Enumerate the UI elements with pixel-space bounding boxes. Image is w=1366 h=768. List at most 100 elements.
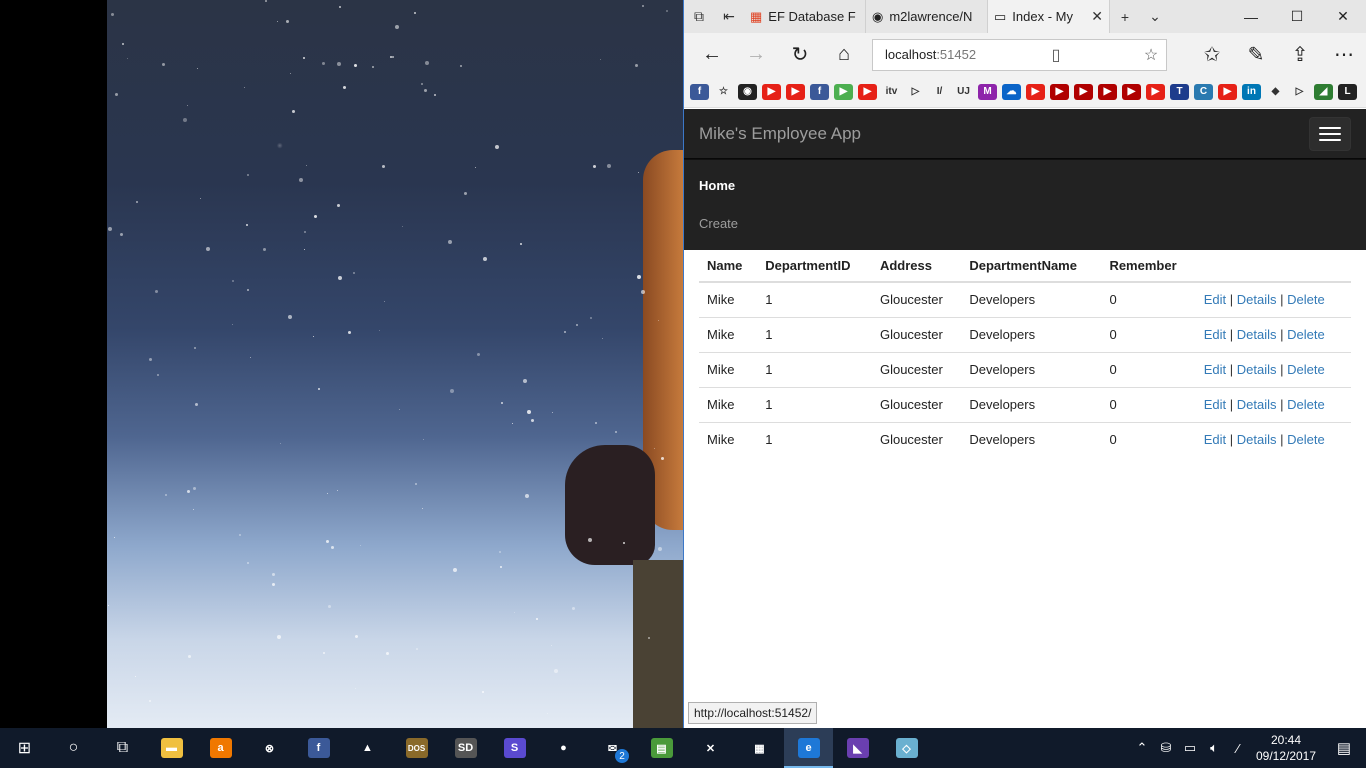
snowflake [423, 439, 424, 440]
refresh-icon[interactable]: ↻ [778, 33, 822, 76]
edit-link[interactable]: Edit [1204, 327, 1226, 342]
battery-icon[interactable]: ▭ [1178, 728, 1202, 768]
taskbar-app-vlc[interactable]: ▲ [343, 728, 392, 768]
address-bar[interactable]: localhost:51452 ▯ ☆ [872, 38, 1167, 71]
more-menu-icon[interactable]: ⋯ [1322, 33, 1366, 76]
play-circle-icon[interactable]: ▶ [834, 83, 853, 100]
network-drive-icon[interactable]: ⛁ [1154, 728, 1178, 768]
menu-item-create[interactable]: Create [699, 204, 1351, 242]
forward-arrow-icon[interactable]: → [734, 33, 778, 76]
pluralsight-icon[interactable]: I/ [930, 83, 949, 100]
action-center-icon[interactable]: ▤ [1322, 728, 1366, 768]
delete-link[interactable]: Delete [1287, 362, 1325, 377]
edit-link[interactable]: Edit [1204, 432, 1226, 447]
task-view-icon[interactable]: ⧉ [98, 728, 147, 768]
facebook-icon[interactable]: f [690, 83, 709, 100]
play-outline-icon[interactable]: ▷ [1290, 83, 1309, 100]
t-logo-icon[interactable]: T [1170, 83, 1189, 100]
edit-link[interactable]: Edit [1204, 292, 1226, 307]
chevron-up-icon[interactable]: ⌃ [1130, 728, 1154, 768]
delete-link[interactable]: Delete [1287, 327, 1325, 342]
edit-link[interactable]: Edit [1204, 397, 1226, 412]
close-tab-icon[interactable]: ✕ [1091, 8, 1103, 25]
youtube-icon[interactable]: ▶ [858, 83, 877, 100]
taskbar-app-tools[interactable]: ✕ [686, 728, 735, 768]
taskbar-app-duck[interactable]: ● [539, 728, 588, 768]
new-tab-icon[interactable]: + [1110, 0, 1140, 33]
cortana-search-icon[interactable]: ○ [49, 728, 98, 768]
browser-tab[interactable]: ▦ EF Database F [744, 0, 866, 33]
delete-link[interactable]: Delete [1287, 397, 1325, 412]
youtube-icon[interactable]: ▶ [1098, 83, 1117, 100]
l-logo-icon[interactable]: L [1338, 83, 1357, 100]
details-link[interactable]: Details [1237, 397, 1277, 412]
clock[interactable]: 20:44 09/12/2017 [1250, 732, 1322, 764]
details-link[interactable]: Details [1237, 432, 1277, 447]
menu-item-home[interactable]: Home [699, 166, 1351, 204]
close-window-button[interactable]: ✕ [1320, 0, 1366, 33]
c-logo-icon[interactable]: C [1194, 83, 1213, 100]
taskbar-app-avast[interactable]: a [196, 728, 245, 768]
taskbar-app-mail[interactable]: ✉ 2 [588, 728, 637, 768]
edit-link[interactable]: Edit [1204, 362, 1226, 377]
github-icon[interactable]: ◉ [738, 83, 757, 100]
favorite-star-icon[interactable]: ☆ [1136, 45, 1166, 65]
app-brand[interactable]: Mike's Employee App [699, 124, 861, 144]
details-link[interactable]: Details [1237, 292, 1277, 307]
play-outline-icon[interactable]: ▷ [906, 83, 925, 100]
bulb-icon[interactable]: ◆ [1266, 83, 1285, 100]
delete-link[interactable]: Delete [1287, 292, 1325, 307]
taskbar-app-notepad[interactable]: ▤ [637, 728, 686, 768]
youtube-icon[interactable]: ▶ [762, 83, 781, 100]
star-outline-icon[interactable]: ☆ [714, 83, 733, 100]
snowflake [422, 508, 423, 509]
youtube-icon[interactable]: ▶ [1218, 83, 1237, 100]
start-button[interactable]: ⊞ [0, 728, 49, 768]
share-icon[interactable]: ⇪ [1278, 33, 1322, 76]
browser-tab[interactable]: ▭ Index - My ✕ [988, 0, 1110, 33]
youtube-icon[interactable]: ▶ [1026, 83, 1045, 100]
youtube-icon[interactable]: ▶ [1074, 83, 1093, 100]
details-link[interactable]: Details [1237, 362, 1277, 377]
navbar-toggle-button[interactable] [1309, 116, 1351, 151]
favorites-hub-icon[interactable]: ✩ [1190, 33, 1234, 76]
taskbar-app-edge[interactable]: e [784, 728, 833, 768]
taskbar-app-file-explorer[interactable]: ▬ [147, 728, 196, 768]
taskbar-app-notes[interactable]: ◇ [882, 728, 931, 768]
browser-tab[interactable]: ◉ m2lawrence/N [866, 0, 988, 33]
home-icon[interactable]: ⌂ [822, 33, 866, 76]
chevron-down-icon[interactable]: ⌄ [1140, 0, 1170, 33]
facebook-icon[interactable]: f [810, 83, 829, 100]
chart-icon[interactable]: ◢ [1314, 83, 1333, 100]
ime-icon[interactable]: ⁄ [1226, 728, 1250, 768]
taskbar-app-facebook[interactable]: f [294, 728, 343, 768]
volume-icon[interactable]: 🔈︎ [1202, 728, 1226, 768]
taskbar-app-movies[interactable]: ▦ [735, 728, 784, 768]
youtube-icon[interactable]: ▶ [1146, 83, 1165, 100]
back-arrow-icon[interactable]: ← [690, 33, 734, 76]
taskbar-app-sd[interactable]: SD [441, 728, 490, 768]
m-logo-icon[interactable]: M [978, 83, 997, 100]
youtube-icon[interactable]: ▶ [786, 83, 805, 100]
taskbar-app-xbox[interactable]: ⊗ [245, 728, 294, 768]
reading-view-icon[interactable]: ▯ [1041, 45, 1071, 65]
details-link[interactable]: Details [1237, 327, 1277, 342]
delete-link[interactable]: Delete [1287, 432, 1325, 447]
taskbar-app-dosbox[interactable]: DOS [392, 728, 441, 768]
uj-icon[interactable]: UJ [954, 83, 973, 100]
maximize-button[interactable]: ☐ [1274, 0, 1320, 33]
youtube-icon[interactable]: ▶ [1050, 83, 1069, 100]
youtube-icon[interactable]: ▶ [1122, 83, 1141, 100]
linkedin-icon[interactable]: in [1242, 83, 1261, 100]
set-aside-tabs-icon[interactable]: ⇤ [714, 0, 744, 33]
tab-manager-icon[interactable]: ⧉ [684, 0, 714, 33]
snowflake [475, 167, 476, 168]
itv-icon[interactable]: itv [882, 83, 901, 100]
snowflake [247, 562, 249, 564]
web-note-icon[interactable]: ✎ [1234, 33, 1278, 76]
snowflake [299, 178, 303, 182]
minimize-button[interactable]: — [1228, 0, 1274, 33]
taskbar-app-sync[interactable]: S [490, 728, 539, 768]
taskbar-app-visual-studio[interactable]: ◣ [833, 728, 882, 768]
onedrive-icon[interactable]: ☁ [1002, 83, 1021, 100]
